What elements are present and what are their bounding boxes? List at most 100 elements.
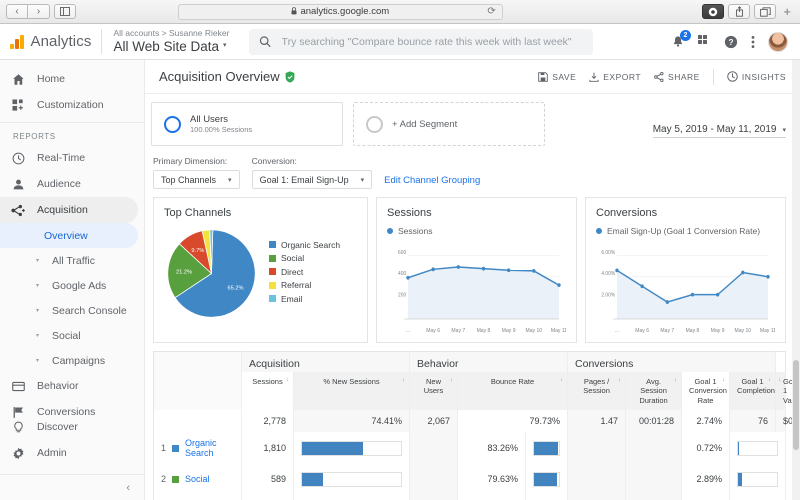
sidebar-item-search-console[interactable]: ▾ Search Console: [0, 298, 144, 323]
row-channel-cell[interactable]: 1 Organic Search: [154, 432, 242, 464]
sidebar-item-audience[interactable]: Audience: [0, 171, 144, 197]
data-point[interactable]: [406, 276, 409, 280]
row-bounce-bar: [526, 432, 568, 464]
data-point[interactable]: [640, 284, 643, 288]
table-row[interactable]: 2 Social 589 79.63% 2.89%: [154, 464, 786, 494]
apps-button[interactable]: [698, 35, 711, 48]
primary-dimension-select[interactable]: Top Channels ▾: [153, 170, 240, 189]
table-row[interactable]: 3 Direct 269 69.89% 7.81%: [154, 494, 786, 500]
legend-label: Sessions: [398, 226, 433, 236]
data-point[interactable]: [431, 267, 434, 271]
conversion-select[interactable]: Goal 1: Email Sign-Up ▾: [252, 170, 373, 189]
sidebar-item-google-ads[interactable]: ▾ Google Ads: [0, 273, 144, 298]
share-button[interactable]: [728, 4, 750, 19]
reload-icon[interactable]: ⟳: [487, 6, 495, 17]
col-bounce-rate[interactable]: Bounce Rate↓: [458, 372, 568, 410]
data-point[interactable]: [615, 268, 618, 272]
person-icon: [11, 178, 25, 191]
pie-legend-item[interactable]: Referral: [269, 280, 340, 290]
data-point[interactable]: [532, 269, 535, 273]
table-row[interactable]: 1 Organic Search 1,810 83.26% 0.72%: [154, 432, 786, 464]
edit-channel-grouping-link[interactable]: Edit Channel Grouping: [384, 175, 480, 186]
search-input[interactable]: [282, 36, 584, 48]
x-axis-tick: May 11: [760, 328, 775, 334]
address-bar[interactable]: analytics.google.com ⟳: [178, 4, 503, 20]
data-point[interactable]: [741, 271, 744, 275]
more-options-button[interactable]: [751, 35, 755, 49]
col-sessions[interactable]: Sessions↓: [242, 372, 294, 410]
pie-legend-item[interactable]: Direct: [269, 267, 340, 277]
pie-legend-item[interactable]: Organic Search: [269, 240, 340, 250]
sidebar-subitem-label: Google Ads: [52, 280, 106, 292]
sidebar-item-label: Home: [37, 73, 65, 85]
x-axis-tick: May 8: [686, 328, 700, 334]
col-goal1-value[interactable]: Goal 1 Value↓: [776, 372, 786, 410]
tab-overview-button[interactable]: [754, 4, 776, 19]
browser-forward-button[interactable]: ›: [28, 4, 50, 19]
col-pages-session[interactable]: Pages / Session↓: [568, 372, 626, 410]
browser-back-button[interactable]: ‹: [6, 4, 28, 19]
downloads-button[interactable]: [702, 4, 724, 19]
data-point[interactable]: [666, 300, 669, 304]
data-point[interactable]: [716, 293, 719, 297]
segment-all-users[interactable]: All Users 100.00% Sessions: [151, 102, 343, 146]
data-point[interactable]: [507, 268, 510, 272]
add-segment-button[interactable]: + Add Segment: [353, 102, 545, 146]
row-bounce-rate: 69.89%: [458, 494, 526, 500]
help-button[interactable]: ?: [724, 35, 738, 49]
sidebar-item-discover[interactable]: Discover: [0, 414, 144, 440]
avatar[interactable]: [768, 32, 788, 52]
sidebar-subitem-label: All Traffic: [52, 255, 95, 267]
sort-icon: ↓: [286, 377, 289, 385]
col-new-sessions[interactable]: % New Sessions↓: [294, 372, 410, 410]
data-point[interactable]: [557, 283, 560, 287]
share-report-button[interactable]: SHARE: [654, 72, 700, 82]
legend-swatch: [269, 255, 276, 262]
property-selector[interactable]: All accounts > Susanne Rieker All Web Si…: [101, 29, 229, 54]
pie-legend-item[interactable]: Social: [269, 253, 340, 263]
main-content: Acquisition Overview SAVE EXPORT SHARE: [145, 60, 800, 500]
search-box[interactable]: [249, 29, 593, 55]
conversions-legend: Email Sign-Up (Goal 1 Conversion Rate): [596, 226, 775, 236]
new-tab-button[interactable]: +: [780, 4, 794, 19]
sidebar-item-behavior[interactable]: Behavior: [0, 373, 144, 399]
sidebar-item-overview[interactable]: Overview: [0, 223, 138, 248]
sidebar-item-label: Audience: [37, 178, 81, 190]
scrollbar-thumb[interactable]: [793, 360, 799, 450]
legend-label: Organic Search: [281, 240, 340, 250]
row-channel-cell[interactable]: 2 Social: [154, 464, 242, 494]
col-goal1-conversion-rate[interactable]: Goal 1 Conversion Rate↓: [682, 372, 730, 410]
home-icon: [11, 73, 25, 86]
sidebar-item-acquisition[interactable]: Acquisition: [0, 197, 138, 223]
sidebar-item-social[interactable]: ▾ Social: [0, 323, 144, 348]
export-button[interactable]: EXPORT: [589, 72, 641, 82]
col-new-users[interactable]: New Users↓: [410, 372, 458, 410]
data-point[interactable]: [457, 265, 460, 269]
data-point[interactable]: [482, 267, 485, 271]
pie-legend-item[interactable]: Email: [269, 294, 340, 304]
collapse-sidebar-button[interactable]: ‹: [0, 474, 144, 500]
col-goal1-completion[interactable]: Goal 1 Completion↓: [730, 372, 776, 410]
sidebar-item-label: Admin: [37, 447, 67, 459]
row-channel-name[interactable]: Organic Search: [185, 438, 234, 458]
data-point[interactable]: [766, 275, 769, 279]
sidebar-item-admin[interactable]: Admin: [0, 440, 144, 466]
sidebar-item-all-traffic[interactable]: ▾ All Traffic: [0, 248, 144, 273]
notifications-button[interactable]: 2: [671, 35, 685, 49]
save-button[interactable]: SAVE: [538, 72, 576, 82]
insights-button[interactable]: INSIGHTS: [727, 71, 786, 82]
sidebar-item-customization[interactable]: Customization: [0, 92, 144, 118]
sidebar-item-home[interactable]: Home: [0, 66, 144, 92]
page-title: Acquisition Overview: [159, 69, 280, 84]
row-channel-cell[interactable]: 3 Direct: [154, 494, 242, 500]
data-point[interactable]: [691, 293, 694, 297]
date-range-picker[interactable]: May 5, 2019 - May 11, 2019 ▾: [653, 124, 786, 138]
row-goal1-rate: 0.72%: [682, 432, 730, 464]
sidebar-toggle-button[interactable]: [54, 4, 76, 19]
col-avg-duration[interactable]: Avg. Session Duration↓: [626, 372, 682, 410]
row-channel-name[interactable]: Social: [185, 474, 210, 484]
sidebar-item-real-time[interactable]: Real-Time: [0, 145, 144, 171]
sidebar-item-label: Behavior: [37, 380, 78, 392]
sidebar-item-campaigns[interactable]: ▾ Campaigns: [0, 348, 144, 373]
row-bounce-rate: 83.26%: [458, 432, 526, 464]
